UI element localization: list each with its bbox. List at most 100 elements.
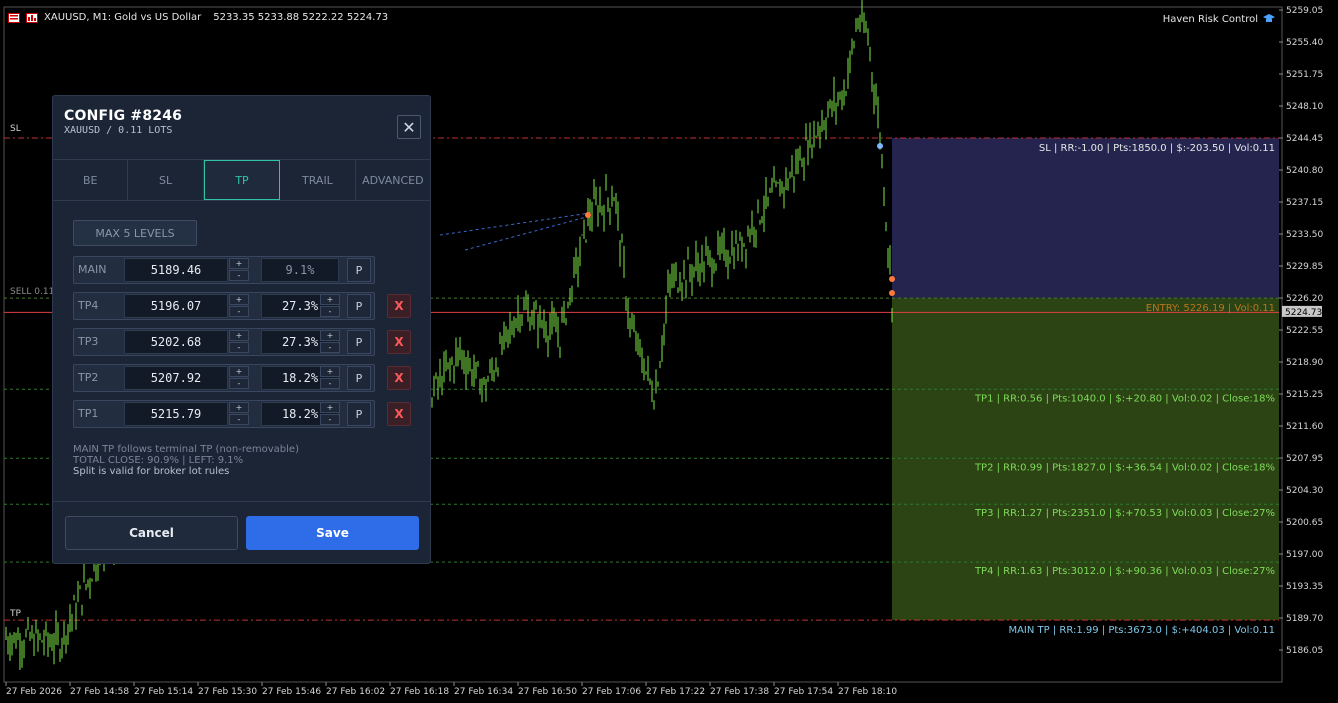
x-tick-label: 27 Feb 17:22 <box>646 687 705 697</box>
save-button[interactable]: Save <box>246 516 419 550</box>
row-label: TP2 <box>78 371 99 384</box>
price-input[interactable]: 5202.68 <box>124 330 228 354</box>
remove-level-button[interactable]: X <box>387 294 411 318</box>
graduation-cap-icon <box>1263 14 1275 22</box>
pick-price-button[interactable]: P <box>347 402 371 426</box>
minus-button[interactable]: - <box>320 342 340 353</box>
plus-button[interactable]: + <box>229 330 249 341</box>
price-stepper[interactable]: + - <box>229 330 249 354</box>
row-label: TP1 <box>78 407 99 420</box>
trade-marker <box>585 212 591 218</box>
plus-button[interactable]: + <box>320 402 340 413</box>
pick-price-button[interactable]: P <box>347 330 371 354</box>
close-icon[interactable]: ✕ <box>397 115 421 139</box>
remove-level-button[interactable]: X <box>387 402 411 426</box>
y-tick-label: 5259.05 <box>1286 6 1323 16</box>
y-tick-label: 5251.75 <box>1286 70 1323 80</box>
price-input[interactable]: 5207.92 <box>124 366 228 390</box>
sell-side-label: SELL 0.11 <box>10 287 55 297</box>
tab-advanced[interactable]: ADVANCED <box>356 160 430 200</box>
minus-button[interactable]: - <box>320 414 340 425</box>
y-tick-label: 5215.25 <box>1286 390 1323 400</box>
ohlc-text: 5233.35 5233.88 5222.22 5224.73 <box>213 12 389 23</box>
panel-title: CONFIG #8246 <box>64 108 183 124</box>
price-input[interactable]: 5189.46 <box>124 258 228 282</box>
plus-button[interactable]: + <box>229 366 249 377</box>
footer-divider <box>53 501 430 502</box>
x-tick-label: 27 Feb 2026 <box>6 687 62 697</box>
y-tick-label: 5204.30 <box>1286 486 1323 496</box>
tp3-level-label: TP3 | RR:1.27 | Pts:2351.0 | $:+70.53 | … <box>974 508 1275 519</box>
y-tick-label: 5193.35 <box>1286 582 1323 592</box>
tp-row-main: MAIN 5189.46 + - 9.1% P <box>73 256 413 284</box>
tab-sl[interactable]: SL <box>128 160 204 200</box>
tp4-level-label: TP4 | RR:1.63 | Pts:3012.0 | $:+90.36 | … <box>974 566 1275 577</box>
price-stepper[interactable]: + - <box>229 294 249 318</box>
chart-menu-icon[interactable] <box>8 12 20 23</box>
note-total-close: TOTAL CLOSE: 90.9% | LEFT: 9.1% <box>73 455 244 466</box>
y-tick-label: 5197.00 <box>1286 550 1323 560</box>
sl-zone <box>892 138 1279 299</box>
minus-button[interactable]: - <box>320 378 340 389</box>
plus-button[interactable]: + <box>229 294 249 305</box>
price-stepper[interactable]: + - <box>229 402 249 426</box>
plus-button[interactable]: + <box>320 366 340 377</box>
y-tick-label: 5211.60 <box>1286 422 1323 432</box>
y-tick-label: 5207.95 <box>1286 454 1323 464</box>
price-input[interactable]: 5196.07 <box>124 294 228 318</box>
percent-stepper[interactable]: + - <box>320 330 340 354</box>
x-tick-label: 27 Feb 15:30 <box>198 687 257 697</box>
plus-button[interactable]: + <box>229 258 249 269</box>
pick-price-button[interactable]: P <box>347 366 371 390</box>
tab-be[interactable]: BE <box>53 160 129 200</box>
tab-tp[interactable]: TP <box>203 160 281 200</box>
minus-button[interactable]: - <box>229 306 249 317</box>
tp2-level-label: TP2 | RR:0.99 | Pts:1827.0 | $:+36.54 | … <box>974 462 1275 473</box>
trade-marker <box>889 290 895 296</box>
percent-stepper[interactable]: + - <box>320 366 340 390</box>
y-tick-label: 5229.85 <box>1286 262 1323 272</box>
y-tick-label: 5218.90 <box>1286 358 1323 368</box>
x-tick-label: 27 Feb 16:18 <box>390 687 449 697</box>
percent-stepper[interactable]: + - <box>320 294 340 318</box>
y-tick-label: 5200.65 <box>1286 518 1323 528</box>
price-stepper[interactable]: + - <box>229 366 249 390</box>
chart-type-icon[interactable] <box>26 12 38 23</box>
max-levels-button[interactable]: MAX 5 LEVELS <box>73 220 197 246</box>
config-panel: CONFIG #8246 XAUUSD / 0.11 LOTS ✕ BE SL … <box>52 95 431 564</box>
cancel-button[interactable]: Cancel <box>65 516 238 550</box>
current-price-label: 5224.73 <box>1285 308 1322 318</box>
minus-button[interactable]: - <box>229 270 249 281</box>
pick-price-button[interactable]: P <box>347 258 371 282</box>
y-tick-label: 5244.45 <box>1286 134 1323 144</box>
y-tick-label: 5189.70 <box>1286 614 1323 624</box>
x-tick-label: 27 Feb 15:46 <box>262 687 321 697</box>
tp-row-tp1: TP1 5215.79 + - 18.2% + - P X <box>73 400 413 428</box>
brand-label: Haven Risk Control <box>1163 13 1276 25</box>
percent-stepper[interactable]: + - <box>320 402 340 426</box>
x-tick-label: 27 Feb 18:10 <box>838 687 897 697</box>
y-tick-label: 5186.05 <box>1286 646 1323 656</box>
x-tick-label: 27 Feb 16:50 <box>518 687 577 697</box>
sl-side-label: SL <box>10 124 21 134</box>
price-input[interactable]: 5215.79 <box>124 402 228 426</box>
y-tick-label: 5240.80 <box>1286 166 1323 176</box>
minus-button[interactable]: - <box>320 306 340 317</box>
minus-button[interactable]: - <box>229 342 249 353</box>
plus-button[interactable]: + <box>229 402 249 413</box>
row-label: MAIN <box>78 263 107 276</box>
tab-bar: BE SL TP TRAIL ADVANCED <box>53 159 430 201</box>
minus-button[interactable]: - <box>229 414 249 425</box>
percent-input[interactable]: 9.1% <box>261 258 339 282</box>
price-stepper[interactable]: + - <box>229 258 249 282</box>
y-tick-label: 5248.10 <box>1286 102 1323 112</box>
minus-button[interactable]: - <box>229 378 249 389</box>
row-label: TP3 <box>78 335 99 348</box>
remove-level-button[interactable]: X <box>387 366 411 390</box>
plus-button[interactable]: + <box>320 294 340 305</box>
plus-button[interactable]: + <box>320 330 340 341</box>
tab-trail[interactable]: TRAIL <box>280 160 356 200</box>
pick-price-button[interactable]: P <box>347 294 371 318</box>
remove-level-button[interactable]: X <box>387 330 411 354</box>
symbol-text: XAUUSD, M1: Gold vs US Dollar <box>44 12 202 23</box>
